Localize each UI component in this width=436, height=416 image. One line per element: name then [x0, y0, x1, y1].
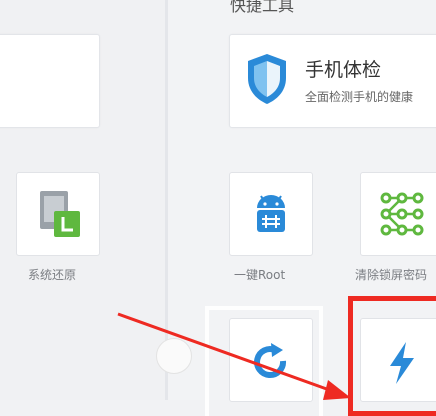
annotation-arrow	[117, 312, 351, 400]
